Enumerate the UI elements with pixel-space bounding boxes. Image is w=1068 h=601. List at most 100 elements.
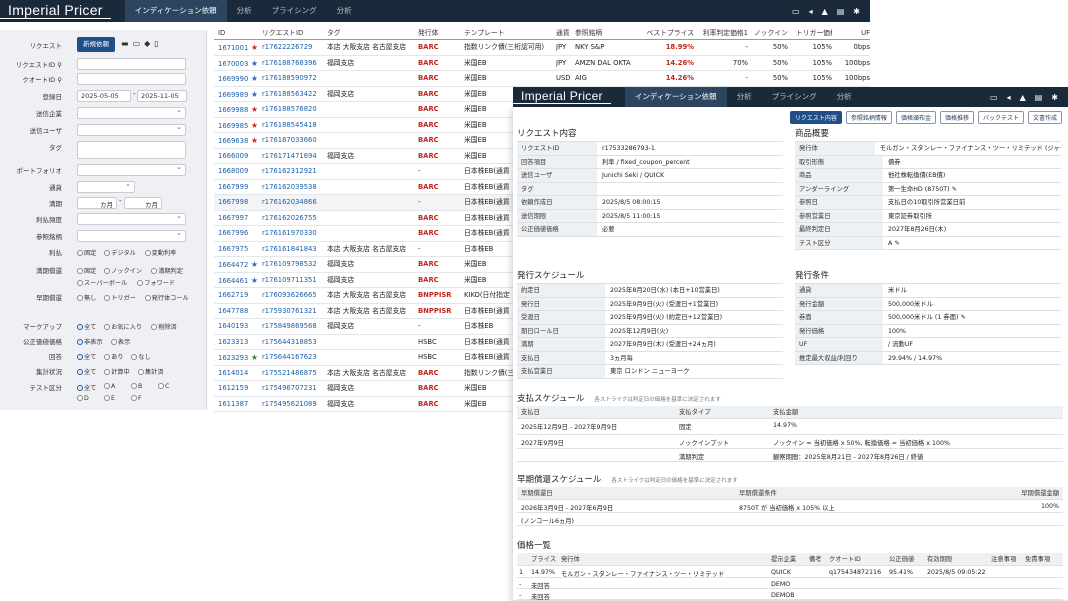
table-cell[interactable]: 1662719 xyxy=(218,288,258,304)
radio-option[interactable]: A xyxy=(104,383,115,390)
radio-option[interactable]: 非表示 xyxy=(77,337,103,346)
table-cell[interactable]: r175644318853 xyxy=(262,335,326,351)
table-cell[interactable]: r176109798532 xyxy=(262,257,326,273)
megaphone-icon[interactable]: ◂ xyxy=(809,7,813,16)
row-id-link[interactable]: 1667999 xyxy=(218,183,248,191)
star-icon[interactable]: ★ xyxy=(248,105,258,114)
radio-option[interactable]: 満期判定 xyxy=(151,266,183,275)
row-id-link[interactable]: 1647788 xyxy=(218,307,248,315)
filter-input[interactable] xyxy=(77,212,186,225)
radio-dot[interactable] xyxy=(131,383,137,389)
radio-option[interactable]: ノックイン xyxy=(104,266,142,275)
maturity-to-input[interactable]: カ月 xyxy=(124,197,162,209)
date-to-input[interactable]: 2025-11-05 xyxy=(137,90,187,102)
table-cell[interactable]: 1668009 xyxy=(218,164,258,180)
detail-tab-button[interactable]: バックテスト xyxy=(977,111,1024,124)
table-cell[interactable]: r176187033660 xyxy=(262,133,326,149)
row-id-link[interactable]: 1669988 xyxy=(218,106,248,114)
table-cell[interactable]: r175521486875 xyxy=(262,366,326,382)
table-cell[interactable]: 1667999 xyxy=(218,180,258,196)
star-icon[interactable]: ★ xyxy=(248,121,258,130)
radio-dot[interactable] xyxy=(104,324,111,330)
table-row[interactable]: 1669990 ★ r176188590972 BARC 米国EB USD AIG 14.2… xyxy=(214,71,870,87)
radio-dot[interactable] xyxy=(104,383,110,389)
row-id-link[interactable]: 1664472 xyxy=(218,261,248,269)
app-logo-2[interactable]: Imperial Pricer xyxy=(513,90,611,104)
table-cell[interactable]: r176162312921 xyxy=(262,164,326,180)
tab-pricing-2[interactable]: プライシング xyxy=(762,87,827,107)
table-cell[interactable]: 1647788 xyxy=(218,304,258,320)
table-cell[interactable]: r176171471694 xyxy=(262,149,326,165)
radio-dot[interactable] xyxy=(77,395,83,401)
tab-indication-2[interactable]: インディケーション依頼 xyxy=(624,87,727,107)
filter-input[interactable] xyxy=(77,123,186,136)
row-id-link[interactable]: 1612159 xyxy=(218,384,248,392)
column-header[interactable]: トリガー価格 xyxy=(796,27,832,40)
table-cell[interactable]: r176109711351 xyxy=(262,273,326,289)
table-cell[interactable]: 1611387 xyxy=(218,397,258,413)
radio-option[interactable]: 全て xyxy=(77,322,96,331)
radio-dot[interactable] xyxy=(104,395,110,401)
radio-dot[interactable] xyxy=(144,250,151,256)
table-cell[interactable]: r176188563422 xyxy=(262,87,326,103)
monitor-icon[interactable]: ▭ xyxy=(792,7,800,16)
column-header[interactable]: UF xyxy=(836,27,870,40)
column-header[interactable]: タグ xyxy=(327,27,417,40)
row-id-link[interactable]: 1667996 xyxy=(218,229,248,237)
table-cell[interactable]: r176188768396 xyxy=(262,56,326,72)
table-cell[interactable]: 1671001 ★ xyxy=(218,40,258,57)
radio-option[interactable]: 発行体コール xyxy=(144,293,189,302)
detail-tab-button[interactable]: 価格推移 xyxy=(939,111,974,124)
column-header[interactable]: 利率判定価格1 xyxy=(702,27,748,40)
radio-dot[interactable] xyxy=(104,268,111,274)
table-row[interactable]: 1671001 ★ r17622226729 本店 大阪支店 名古屋支店 BARC 指数… xyxy=(214,40,870,56)
row-id-link[interactable]: 1623313 xyxy=(218,338,248,346)
radio-dot[interactable] xyxy=(77,369,83,375)
tab-analysis-2[interactable]: 分析 xyxy=(327,0,362,22)
warning-icon[interactable]: ▲ xyxy=(822,7,828,16)
column-header[interactable]: 参照銘柄 xyxy=(575,27,655,40)
table-cell[interactable]: r176162039538 xyxy=(262,180,326,196)
table-cell[interactable]: r175495621089 xyxy=(262,397,326,413)
new-request-button[interactable]: 新規依頼 xyxy=(77,37,115,52)
radio-dot[interactable] xyxy=(144,295,151,301)
filter-input[interactable] xyxy=(77,141,186,159)
radio-option[interactable]: 無し xyxy=(77,293,96,302)
table-cell[interactable]: 1667996 xyxy=(218,226,258,242)
table-cell[interactable]: 1664461 ★ xyxy=(218,273,258,290)
radio-option[interactable]: 変動利率 xyxy=(144,248,176,257)
radio-option[interactable]: なし xyxy=(131,352,151,361)
radio-dot[interactable] xyxy=(104,250,111,256)
tab-pricing[interactable]: プライシング xyxy=(262,0,327,22)
tab-analysis-3[interactable]: 分析 xyxy=(727,87,762,107)
radio-dot[interactable] xyxy=(137,280,144,286)
date-from-input[interactable]: 2025-05-05 xyxy=(77,90,131,102)
detail-tab-button[interactable]: 価格頒布金 xyxy=(895,111,936,124)
radio-option[interactable]: 計算中 xyxy=(104,367,130,376)
table-cell[interactable]: 1667998 xyxy=(218,195,258,211)
column-header[interactable]: ベストプライス xyxy=(644,27,694,40)
detail-tab-button[interactable]: リクエスト内容 xyxy=(789,111,842,124)
radio-option[interactable]: 固定 xyxy=(77,266,96,275)
filter-input[interactable] xyxy=(77,73,186,85)
book-icon-2[interactable]: ▤ xyxy=(1035,93,1043,102)
radio-dot[interactable] xyxy=(77,280,83,286)
radio-dot[interactable] xyxy=(77,268,83,274)
radio-dot[interactable] xyxy=(104,354,111,360)
row-id-link[interactable]: 1669990 xyxy=(218,75,248,83)
radio-dot[interactable] xyxy=(104,295,111,301)
column-header[interactable]: 通貨 xyxy=(556,27,576,40)
app-logo[interactable]: Imperial Pricer xyxy=(0,3,111,19)
table-cell[interactable]: 1670003 ★ xyxy=(218,56,258,73)
gear-icon[interactable]: ✱ xyxy=(853,7,860,16)
column-header[interactable]: テンプレート xyxy=(464,27,554,40)
radio-option[interactable]: 全て xyxy=(77,383,96,392)
star-icon[interactable]: ★ xyxy=(248,136,258,145)
table-cell[interactable]: 1614014 xyxy=(218,366,258,382)
star-icon[interactable]: ★ xyxy=(248,74,258,83)
column-header[interactable]: リクエストID xyxy=(262,27,326,40)
radio-dot[interactable] xyxy=(138,369,144,375)
table-cell[interactable]: 1666009 xyxy=(218,149,258,165)
radio-option[interactable]: お気に入り xyxy=(104,322,142,331)
column-header[interactable]: 発行体 xyxy=(418,27,458,40)
